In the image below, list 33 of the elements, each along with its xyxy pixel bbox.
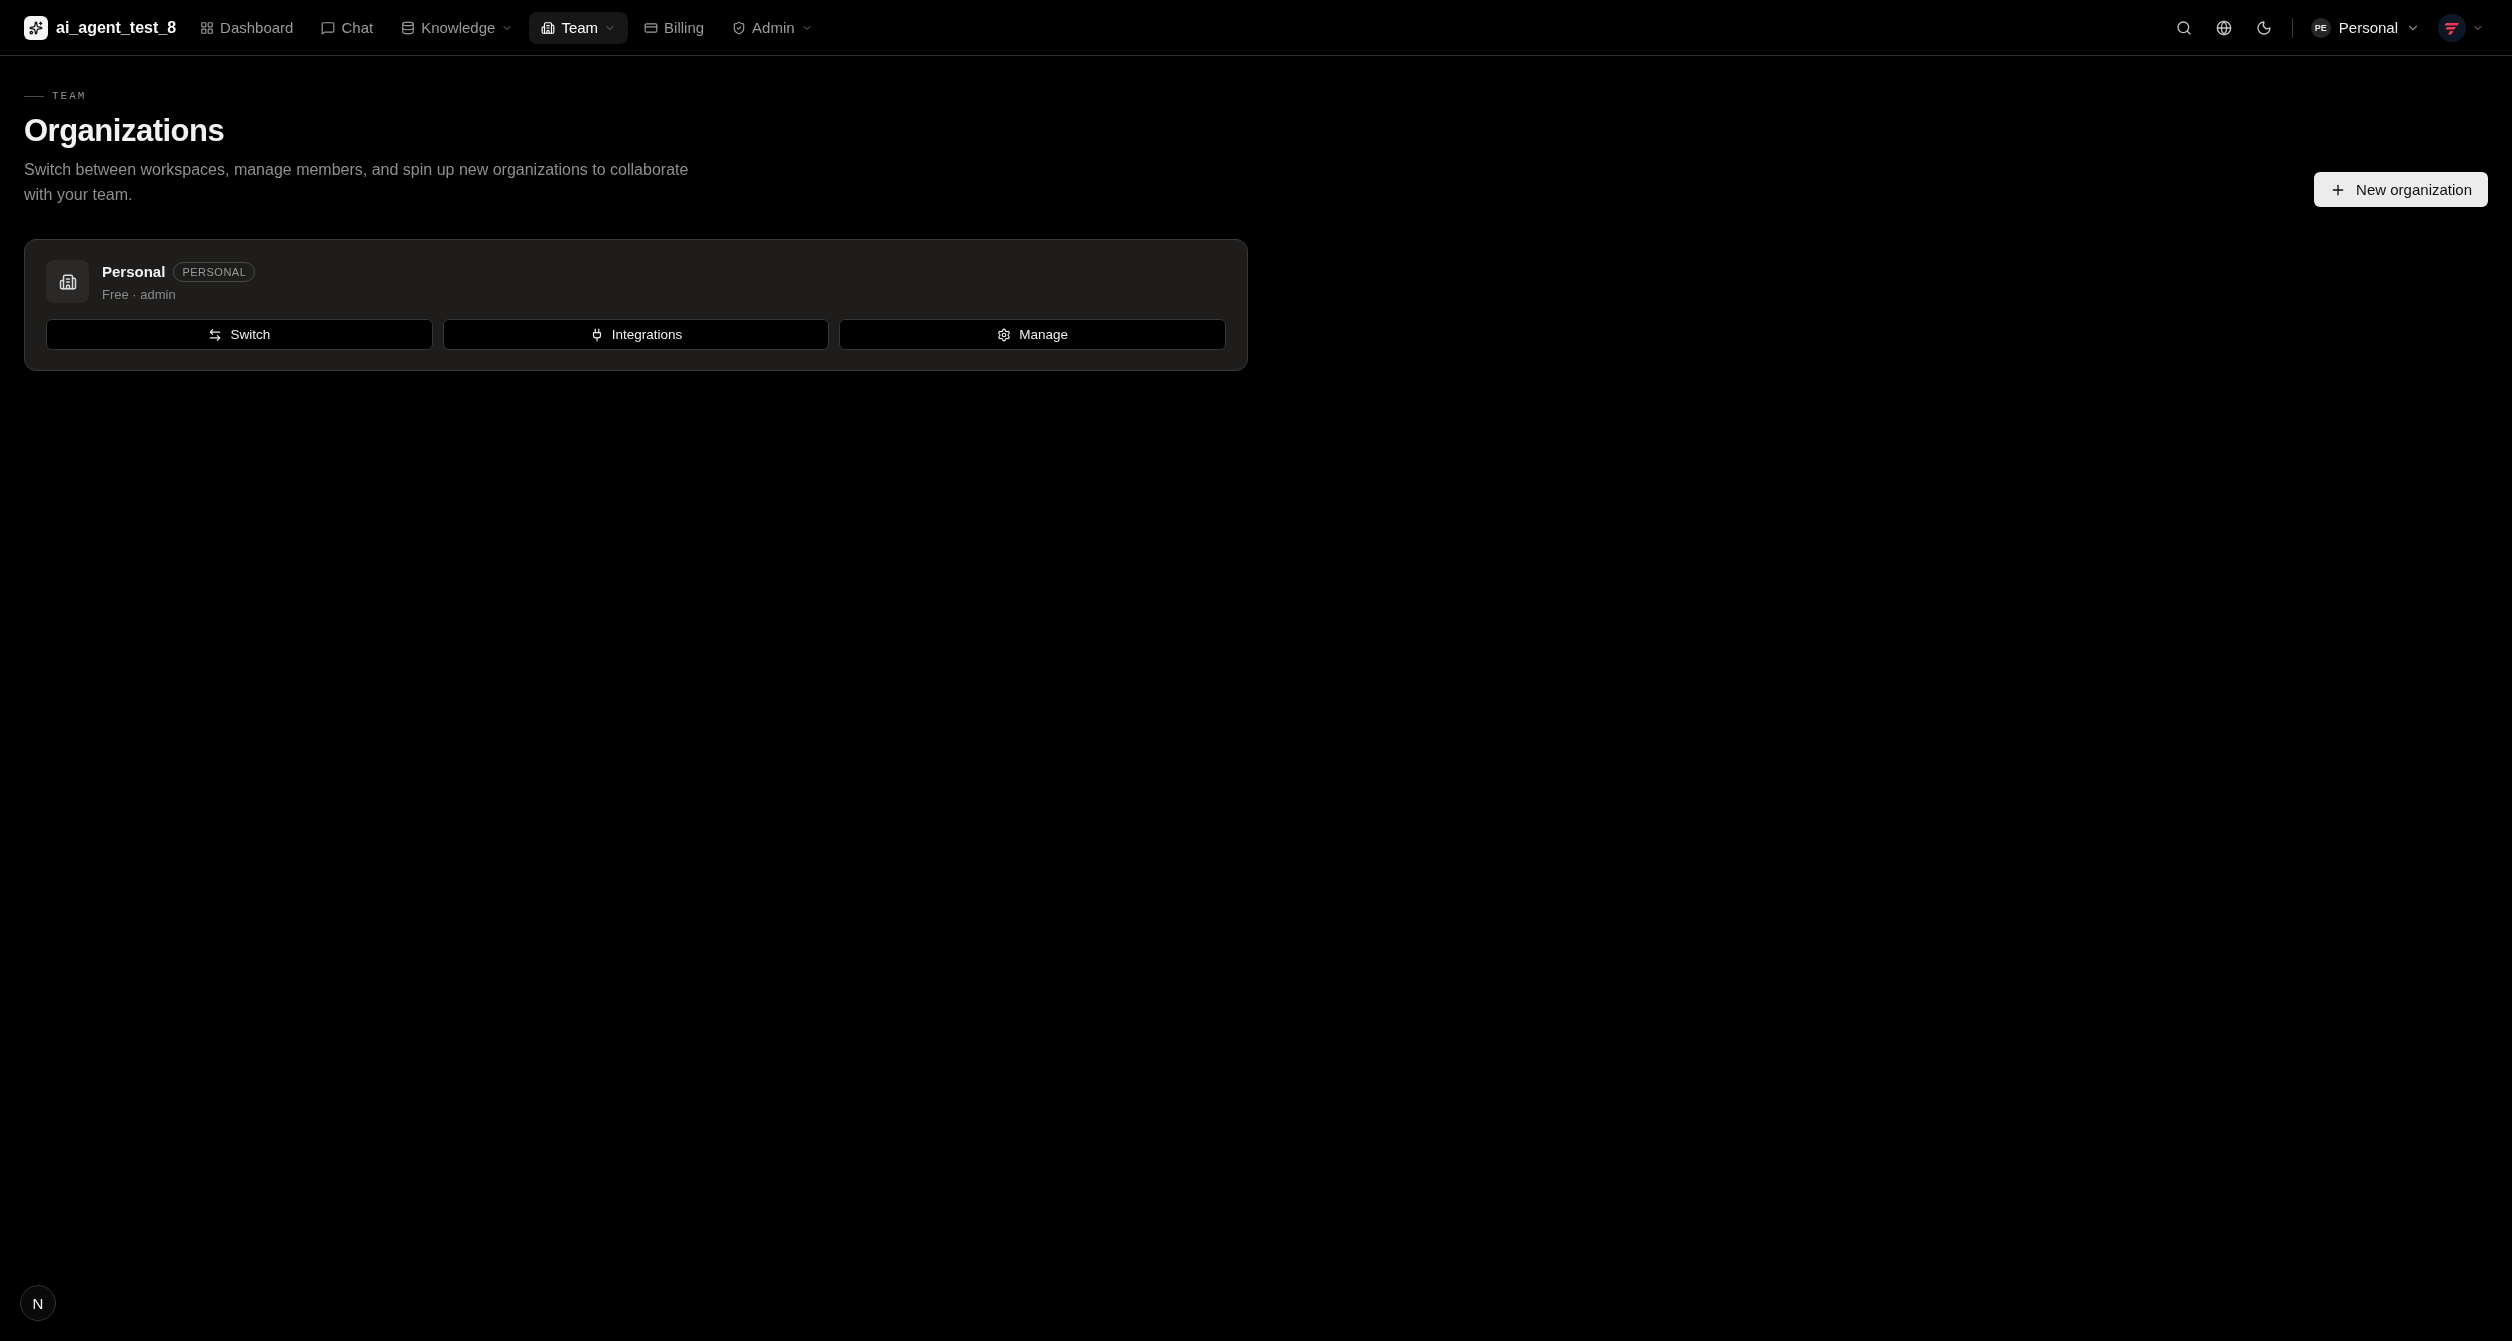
new-organization-button[interactable]: New organization <box>2314 172 2488 208</box>
sparkle-logo-icon <box>24 15 48 40</box>
moon-icon <box>2255 19 2272 36</box>
building-icon <box>541 20 556 35</box>
chat-bubble-icon <box>321 20 336 35</box>
database-icon <box>401 20 416 35</box>
nav-link[interactable]: Team <box>529 11 629 44</box>
card-action-button[interactable]: Integrations <box>442 319 830 351</box>
settings-icon <box>997 327 1012 342</box>
workspace-switcher[interactable]: PE Personal <box>2304 11 2426 44</box>
section-eyebrow: TEAM <box>52 90 87 102</box>
building-icon <box>46 260 89 304</box>
organization-meta: Free · admin <box>102 286 177 302</box>
search-icon <box>2175 19 2192 36</box>
page-description: Switch between workspaces, manage members, and spin up new organizations to collaborate with your team. <box>24 160 690 206</box>
nav-link[interactable]: Dashboard <box>188 11 306 44</box>
credit-card-icon <box>644 20 659 35</box>
nav-link[interactable]: Chat <box>309 11 386 44</box>
app-name: ai_agent_test_8 <box>56 18 177 37</box>
nav-link[interactable]: Knowledge <box>389 11 526 44</box>
avatar-icon <box>2438 13 2466 42</box>
page-title: Organizations <box>24 112 226 150</box>
card-action-button[interactable]: Switch <box>46 319 433 351</box>
grid-icon <box>200 20 215 35</box>
nav-link[interactable]: Admin <box>720 11 825 44</box>
initials-avatar: PE <box>2310 17 2331 38</box>
card-action-button[interactable]: Manage <box>839 319 1226 351</box>
dev-indicator-button[interactable]: N <box>20 1285 56 1321</box>
swap-arrows-icon <box>208 327 223 342</box>
organization-name: Personal <box>102 263 166 281</box>
shield-check-icon <box>732 20 747 35</box>
nav-link[interactable]: Billing <box>632 11 717 44</box>
globe-icon <box>2215 19 2232 36</box>
